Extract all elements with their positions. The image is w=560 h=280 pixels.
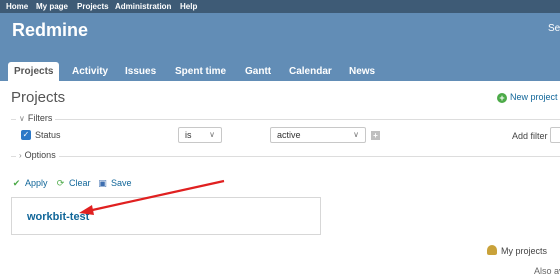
tab-projects[interactable]: Projects (8, 62, 60, 81)
projects-board: workbit-test (11, 197, 321, 235)
top-menu-my-page-link[interactable]: My page (36, 1, 68, 12)
my-projects-label: My projects (501, 246, 548, 256)
status-operator-select[interactable]: is ∨ (178, 127, 222, 143)
header: Redmine Se Projects Activity Issues Spen… (0, 13, 560, 81)
filters-fieldset-border (11, 119, 560, 120)
save-button[interactable]: ▣ Save (97, 177, 132, 189)
tab-news[interactable]: News (343, 62, 381, 81)
options-legend-label: Options (24, 150, 56, 160)
top-menu-help-link[interactable]: Help (180, 1, 197, 12)
options-legend[interactable]: › Options (16, 150, 59, 161)
tab-calendar[interactable]: Calendar (283, 62, 338, 81)
tab-activity[interactable]: Activity (66, 62, 114, 81)
main-menu: Projects Activity Issues Spent time Gant… (0, 62, 560, 81)
add-filter-label: Add filter (512, 131, 548, 141)
filters-legend-label: Filters (27, 113, 53, 123)
page-title: Projects (11, 89, 66, 106)
top-menu-projects-link[interactable]: Projects (77, 1, 109, 12)
status-value-value: active (277, 130, 301, 140)
save-icon: ▣ (98, 178, 107, 188)
top-menu-home-link[interactable]: Home (6, 1, 28, 12)
reload-icon: ⟳ (56, 178, 65, 188)
save-label: Save (111, 178, 132, 188)
new-project-label: New project (510, 92, 558, 102)
top-menu-administration-link[interactable]: Administration (115, 1, 171, 12)
status-filter-label: Status (35, 130, 61, 140)
user-icon (487, 245, 497, 255)
chevron-down-icon: ∨ (353, 130, 359, 139)
add-icon: + (497, 93, 507, 103)
my-projects-link[interactable]: My projects (487, 245, 547, 256)
app-title: Redmine (12, 20, 89, 40)
add-filter-select[interactable] (550, 127, 560, 143)
options-fieldset-border (11, 156, 560, 157)
apply-label: Apply (25, 178, 48, 188)
project-link-workbit-test[interactable]: workbit-test (27, 211, 89, 223)
chevron-down-icon: ∨ (19, 114, 25, 123)
chevron-right-icon: › (19, 151, 22, 160)
quick-search-label: Se (548, 23, 560, 34)
new-project-link[interactable]: + New project (497, 92, 558, 103)
status-filter-checkbox[interactable]: ✓ (21, 130, 31, 140)
status-value-select[interactable]: active ∨ (270, 127, 366, 143)
clear-label: Clear (69, 178, 91, 188)
apply-button[interactable]: ✔ Apply (11, 177, 48, 189)
chevron-down-icon: ∨ (209, 130, 215, 139)
tab-gantt[interactable]: Gantt (239, 62, 277, 81)
tab-spent-time[interactable]: Spent time (169, 62, 232, 81)
status-operator-value: is (185, 130, 192, 140)
tab-issues[interactable]: Issues (119, 62, 162, 81)
toggle-multiselect-icon[interactable]: + (371, 131, 380, 140)
also-available-text: Also av (534, 266, 560, 276)
clear-button[interactable]: ⟳ Clear (55, 177, 91, 189)
filters-legend[interactable]: ∨ Filters (16, 113, 56, 124)
checkmark-icon: ✔ (12, 178, 21, 188)
top-menu: Home My page Projects Administration Hel… (0, 0, 560, 13)
